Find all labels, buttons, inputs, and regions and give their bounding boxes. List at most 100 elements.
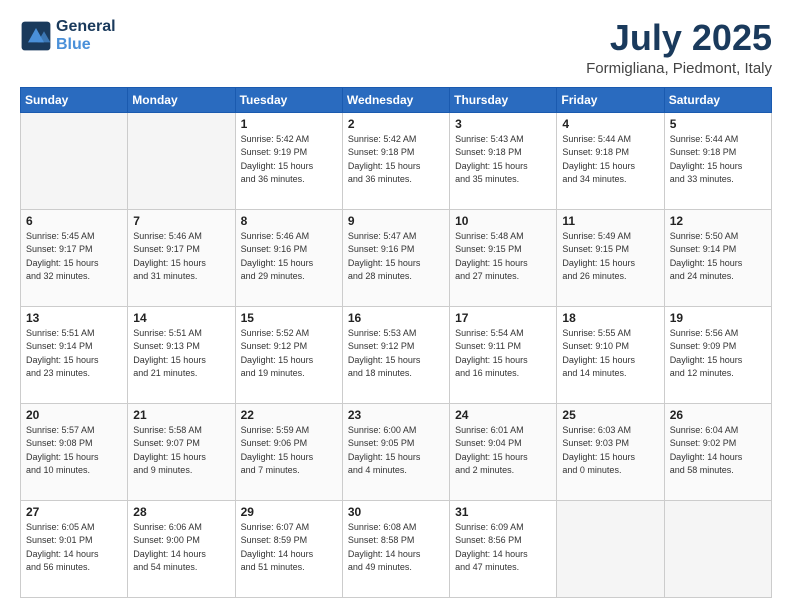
day-info: Sunrise: 5:46 AMSunset: 9:17 PMDaylight:… [133, 230, 229, 284]
calendar-week-1: 1Sunrise: 5:42 AMSunset: 9:19 PMDaylight… [21, 112, 772, 209]
logo-text: General Blue [56, 18, 116, 53]
day-info: Sunrise: 5:48 AMSunset: 9:15 PMDaylight:… [455, 230, 551, 284]
day-info: Sunrise: 5:50 AMSunset: 9:14 PMDaylight:… [670, 230, 766, 284]
calendar-cell: 17 Sunrise: 5:54 AMSunset: 9:11 PMDayligh… [450, 306, 557, 403]
calendar-cell: 22 Sunrise: 5:59 AMSunset: 9:06 PMDayligh… [235, 403, 342, 500]
day-number: 18 [562, 311, 658, 325]
day-header-monday: Monday [128, 87, 235, 112]
calendar-cell: 21Sunrise: 5:58 AMSunset: 9:07 PMDayligh… [128, 403, 235, 500]
calendar-cell: 27 Sunrise: 6:05 AMSunset: 9:01 PMDayligh… [21, 500, 128, 597]
calendar-cell: 19 Sunrise: 5:56 AMSunset: 9:09 PMDayligh… [664, 306, 771, 403]
day-info: Sunrise: 6:07 AMSunset: 8:59 PMDaylight:… [241, 521, 337, 575]
day-info: Sunrise: 6:03 AMSunset: 9:03 PMDaylight:… [562, 424, 658, 478]
calendar-cell [21, 112, 128, 209]
day-number: 4 [562, 117, 658, 131]
day-number: 15 [241, 311, 337, 325]
day-header-wednesday: Wednesday [342, 87, 449, 112]
calendar-cell: 26 Sunrise: 6:04 AMSunset: 9:02 PMDayligh… [664, 403, 771, 500]
logo-line1: General [56, 18, 116, 36]
day-number: 20 [26, 408, 122, 422]
calendar-cell: 8Sunrise: 5:46 AMSunset: 9:16 PMDaylight… [235, 209, 342, 306]
calendar-cell: 7 Sunrise: 5:46 AMSunset: 9:17 PMDaylight… [128, 209, 235, 306]
day-number: 23 [348, 408, 444, 422]
day-number: 7 [133, 214, 229, 228]
day-number: 17 [455, 311, 551, 325]
day-info: Sunrise: 5:51 AMSunset: 9:14 PMDaylight:… [26, 327, 122, 381]
day-header-thursday: Thursday [450, 87, 557, 112]
page: General Blue July 2025 Formigliana, Pied… [0, 0, 792, 612]
day-number: 9 [348, 214, 444, 228]
day-number: 12 [670, 214, 766, 228]
header: General Blue July 2025 Formigliana, Pied… [20, 18, 772, 77]
day-info: Sunrise: 5:52 AMSunset: 9:12 PMDaylight:… [241, 327, 337, 381]
day-info: Sunrise: 6:08 AMSunset: 8:58 PMDaylight:… [348, 521, 444, 575]
day-info: Sunrise: 5:54 AMSunset: 9:11 PMDaylight:… [455, 327, 551, 381]
calendar-cell: 28 Sunrise: 6:06 AMSunset: 9:00 PMDayligh… [128, 500, 235, 597]
calendar-table: SundayMondayTuesdayWednesdayThursdayFrid… [20, 87, 772, 598]
day-info: Sunrise: 6:00 AMSunset: 9:05 PMDaylight:… [348, 424, 444, 478]
calendar-week-2: 6 Sunrise: 5:45 AMSunset: 9:17 PMDaylight… [21, 209, 772, 306]
calendar-week-4: 20 Sunrise: 5:57 AMSunset: 9:08 PMDayligh… [21, 403, 772, 500]
calendar-cell: 23 Sunrise: 6:00 AMSunset: 9:05 PMDayligh… [342, 403, 449, 500]
day-number: 28 [133, 505, 229, 519]
calendar-cell: 13 Sunrise: 5:51 AMSunset: 9:14 PMDayligh… [21, 306, 128, 403]
day-number: 22 [241, 408, 337, 422]
day-number: 1 [241, 117, 337, 131]
day-number: 31 [455, 505, 551, 519]
day-number: 13 [26, 311, 122, 325]
day-number: 27 [26, 505, 122, 519]
day-info: Sunrise: 5:57 AMSunset: 9:08 PMDaylight:… [26, 424, 122, 478]
day-info: Sunrise: 5:56 AMSunset: 9:09 PMDaylight:… [670, 327, 766, 381]
day-number: 2 [348, 117, 444, 131]
day-number: 26 [670, 408, 766, 422]
calendar-cell: 2Sunrise: 5:42 AMSunset: 9:18 PMDaylight… [342, 112, 449, 209]
calendar-week-3: 13 Sunrise: 5:51 AMSunset: 9:14 PMDayligh… [21, 306, 772, 403]
day-header-friday: Friday [557, 87, 664, 112]
calendar-cell: 1Sunrise: 5:42 AMSunset: 9:19 PMDaylight… [235, 112, 342, 209]
calendar-cell: 9 Sunrise: 5:47 AMSunset: 9:16 PMDaylight… [342, 209, 449, 306]
day-header-sunday: Sunday [21, 87, 128, 112]
day-info: Sunrise: 5:44 AMSunset: 9:18 PMDaylight:… [562, 133, 658, 187]
day-info: Sunrise: 6:04 AMSunset: 9:02 PMDaylight:… [670, 424, 766, 478]
day-number: 16 [348, 311, 444, 325]
calendar-cell: 14Sunrise: 5:51 AMSunset: 9:13 PMDayligh… [128, 306, 235, 403]
calendar-cell: 18Sunrise: 5:55 AMSunset: 9:10 PMDayligh… [557, 306, 664, 403]
calendar-cell: 4 Sunrise: 5:44 AMSunset: 9:18 PMDaylight… [557, 112, 664, 209]
calendar-cell: 11Sunrise: 5:49 AMSunset: 9:15 PMDayligh… [557, 209, 664, 306]
day-number: 5 [670, 117, 766, 131]
day-info: Sunrise: 5:43 AMSunset: 9:18 PMDaylight:… [455, 133, 551, 187]
calendar-cell: 30 Sunrise: 6:08 AMSunset: 8:58 PMDayligh… [342, 500, 449, 597]
logo: General Blue [20, 18, 116, 53]
location-title: Formigliana, Piedmont, Italy [586, 60, 772, 77]
logo-icon [20, 20, 52, 52]
day-number: 24 [455, 408, 551, 422]
day-number: 25 [562, 408, 658, 422]
day-header-tuesday: Tuesday [235, 87, 342, 112]
day-info: Sunrise: 6:06 AMSunset: 9:00 PMDaylight:… [133, 521, 229, 575]
calendar-cell: 29 Sunrise: 6:07 AMSunset: 8:59 PMDayligh… [235, 500, 342, 597]
calendar-week-5: 27 Sunrise: 6:05 AMSunset: 9:01 PMDayligh… [21, 500, 772, 597]
day-number: 29 [241, 505, 337, 519]
calendar-cell: 25 Sunrise: 6:03 AMSunset: 9:03 PMDayligh… [557, 403, 664, 500]
day-number: 21 [133, 408, 229, 422]
day-number: 14 [133, 311, 229, 325]
calendar-cell: 20 Sunrise: 5:57 AMSunset: 9:08 PMDayligh… [21, 403, 128, 500]
day-number: 30 [348, 505, 444, 519]
calendar-cell: 16Sunrise: 5:53 AMSunset: 9:12 PMDayligh… [342, 306, 449, 403]
day-header-saturday: Saturday [664, 87, 771, 112]
calendar-cell [664, 500, 771, 597]
calendar-cell: 15 Sunrise: 5:52 AMSunset: 9:12 PMDayligh… [235, 306, 342, 403]
day-info: Sunrise: 5:49 AMSunset: 9:15 PMDaylight:… [562, 230, 658, 284]
day-number: 6 [26, 214, 122, 228]
day-info: Sunrise: 5:47 AMSunset: 9:16 PMDaylight:… [348, 230, 444, 284]
day-info: Sunrise: 5:46 AMSunset: 9:16 PMDaylight:… [241, 230, 337, 284]
day-info: Sunrise: 6:05 AMSunset: 9:01 PMDaylight:… [26, 521, 122, 575]
calendar-cell: 5Sunrise: 5:44 AMSunset: 9:18 PMDaylight… [664, 112, 771, 209]
calendar-cell: 10 Sunrise: 5:48 AMSunset: 9:15 PMDayligh… [450, 209, 557, 306]
day-info: Sunrise: 5:45 AMSunset: 9:17 PMDaylight:… [26, 230, 122, 284]
calendar-cell: 12 Sunrise: 5:50 AMSunset: 9:14 PMDayligh… [664, 209, 771, 306]
day-number: 10 [455, 214, 551, 228]
day-info: Sunrise: 5:59 AMSunset: 9:06 PMDaylight:… [241, 424, 337, 478]
day-number: 19 [670, 311, 766, 325]
calendar-cell: 3Sunrise: 5:43 AMSunset: 9:18 PMDaylight… [450, 112, 557, 209]
